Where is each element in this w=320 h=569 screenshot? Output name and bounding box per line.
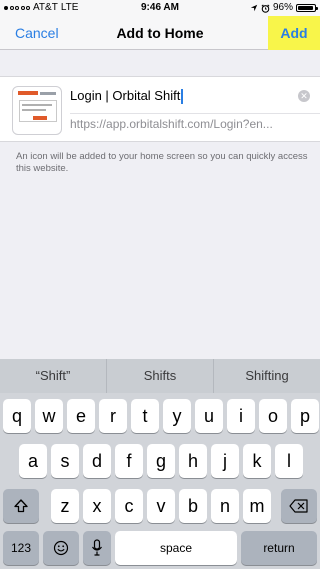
shift-key[interactable] bbox=[3, 489, 39, 523]
key-g[interactable]: g bbox=[147, 444, 175, 478]
suggestion-item[interactable]: Shifts bbox=[107, 359, 214, 393]
delete-icon bbox=[289, 499, 308, 513]
key-i[interactable]: i bbox=[227, 399, 255, 433]
mic-key[interactable] bbox=[83, 531, 111, 565]
key-e[interactable]: e bbox=[67, 399, 95, 433]
location-arrow-icon bbox=[250, 4, 258, 12]
status-bar: AT&T LTE 9:46 AM 96% bbox=[0, 0, 320, 16]
suggestion-item[interactable]: “Shift” bbox=[0, 359, 107, 393]
space-key[interactable]: space bbox=[115, 531, 237, 565]
emoji-icon bbox=[53, 540, 69, 556]
status-right: 96% bbox=[250, 0, 318, 16]
key-c[interactable]: c bbox=[115, 489, 143, 523]
hint-text: An icon will be added to your home scree… bbox=[16, 151, 308, 174]
site-thumbnail bbox=[12, 86, 62, 135]
key-p[interactable]: p bbox=[291, 399, 319, 433]
key-l[interactable]: l bbox=[275, 444, 303, 478]
key-d[interactable]: d bbox=[83, 444, 111, 478]
battery-fill bbox=[298, 6, 314, 10]
add-button[interactable]: Add bbox=[268, 16, 320, 50]
key-q[interactable]: q bbox=[3, 399, 31, 433]
key-w[interactable]: w bbox=[35, 399, 63, 433]
clear-icon[interactable]: ✕ bbox=[298, 90, 310, 102]
suggestion-bar: “Shift” Shifts Shifting bbox=[0, 359, 320, 393]
bookmark-url: https://app.orbitalshift.com/Login?en... bbox=[70, 117, 273, 131]
shift-icon bbox=[14, 499, 28, 513]
numbers-key[interactable]: 123 bbox=[3, 531, 39, 565]
key-y[interactable]: y bbox=[163, 399, 191, 433]
key-b[interactable]: b bbox=[179, 489, 207, 523]
bookmark-title-text: Login | Orbital Shift bbox=[70, 88, 181, 103]
key-k[interactable]: k bbox=[243, 444, 271, 478]
key-o[interactable]: o bbox=[259, 399, 287, 433]
emoji-key[interactable] bbox=[43, 531, 79, 565]
key-n[interactable]: n bbox=[211, 489, 239, 523]
key-h[interactable]: h bbox=[179, 444, 207, 478]
suggestion-item[interactable]: Shifting bbox=[214, 359, 320, 393]
key-t[interactable]: t bbox=[131, 399, 159, 433]
key-z[interactable]: z bbox=[51, 489, 79, 523]
nav-bar: Cancel Add to Home Add bbox=[0, 16, 320, 50]
key-s[interactable]: s bbox=[51, 444, 79, 478]
key-j[interactable]: j bbox=[211, 444, 239, 478]
alarm-clock-icon bbox=[261, 4, 270, 13]
card-divider bbox=[70, 113, 320, 114]
key-m[interactable]: m bbox=[243, 489, 271, 523]
battery-icon bbox=[296, 4, 318, 12]
key-f[interactable]: f bbox=[115, 444, 143, 478]
return-key[interactable]: return bbox=[241, 531, 317, 565]
battery-percent: 96% bbox=[272, 2, 293, 13]
text-caret bbox=[181, 89, 183, 105]
bookmark-card: Login | Orbital Shift ✕ https://app.orbi… bbox=[0, 76, 320, 142]
key-a[interactable]: a bbox=[19, 444, 47, 478]
key-x[interactable]: x bbox=[83, 489, 111, 523]
bookmark-title-input[interactable]: Login | Orbital Shift bbox=[70, 85, 308, 107]
delete-key[interactable] bbox=[281, 489, 317, 523]
key-v[interactable]: v bbox=[147, 489, 175, 523]
keyboard: “Shift” Shifts Shifting qwertyuiop asdfgh… bbox=[0, 359, 320, 569]
key-r[interactable]: r bbox=[99, 399, 127, 433]
key-u[interactable]: u bbox=[195, 399, 223, 433]
microphone-icon bbox=[92, 539, 102, 556]
